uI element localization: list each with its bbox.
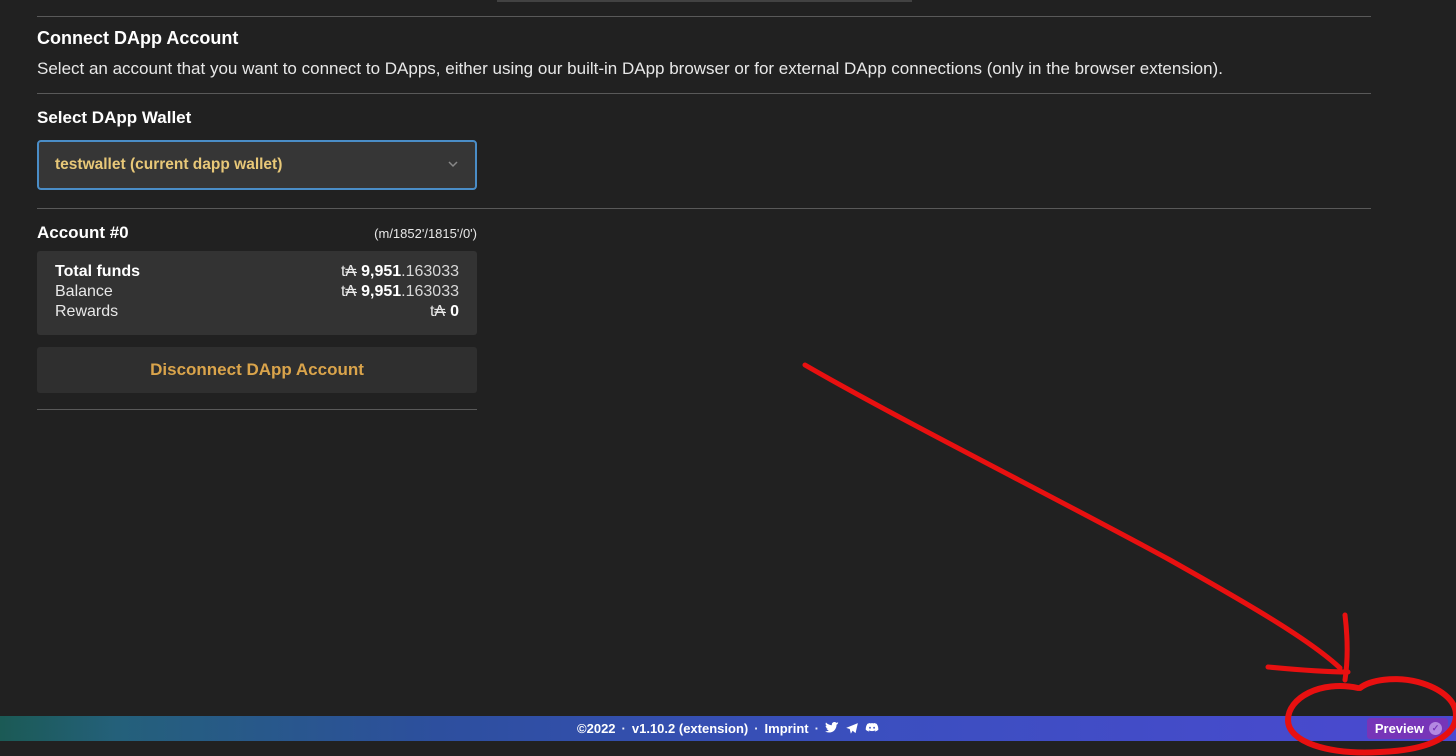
fund-label: Rewards [55,303,118,321]
divider [37,409,477,410]
select-wallet-label: Select DApp Wallet [37,108,1371,128]
wallet-select-value: testwallet (current dapp wallet) [55,156,282,174]
tab-bar-placeholder [497,0,912,2]
fund-label: Total funds [55,263,140,281]
telegram-icon[interactable] [845,722,859,736]
footer-imprint-link[interactable]: Imprint [765,721,809,736]
check-circle-icon: ✓ [1429,722,1442,735]
divider [37,208,1371,209]
fund-value: t₳ 9,951.163033 [341,263,459,281]
twitter-icon[interactable] [825,722,839,736]
fund-value: t₳ 0 [430,303,459,321]
footer-copyright: ©2022 [577,721,616,736]
account-derivation-path: (m/1852'/1815'/0') [374,226,477,241]
fund-row-rewards: Rewards t₳ 0 [55,303,459,321]
fund-label: Balance [55,283,113,301]
footer-version: v1.10.2 (extension) [632,721,748,736]
divider [37,16,1371,17]
discord-icon[interactable] [865,722,879,736]
disconnect-dapp-button[interactable]: Disconnect DApp Account [37,347,477,393]
account-funds-card: Total funds t₳ 9,951.163033 Balance t₳ 9… [37,251,477,335]
fund-row-balance: Balance t₳ 9,951.163033 [55,283,459,301]
wallet-select[interactable]: testwallet (current dapp wallet) [37,140,477,190]
fund-row-total: Total funds t₳ 9,951.163033 [55,263,459,281]
preview-badge[interactable]: Preview ✓ [1367,718,1448,739]
footer-bar: ©2022 · v1.10.2 (extension) · Imprint · … [0,716,1456,741]
fund-value: t₳ 9,951.163033 [341,283,459,301]
chevron-down-icon [447,157,459,173]
account-title: Account #0 [37,223,129,243]
section-description: Select an account that you want to conne… [37,59,1371,79]
preview-badge-label: Preview [1375,721,1424,736]
divider [37,93,1371,94]
section-title: Connect DApp Account [37,28,1371,49]
